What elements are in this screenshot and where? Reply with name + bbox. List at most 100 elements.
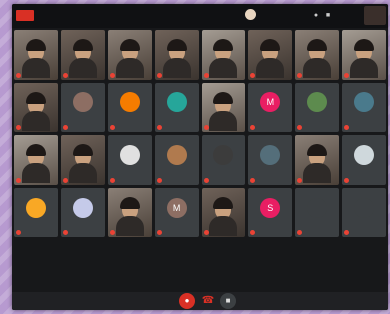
mic-toggle-button[interactable]: ● [179,293,195,309]
participant-tile[interactable] [14,82,58,133]
participant-tile[interactable] [14,187,58,238]
meet-window: ● ■ M M S ● ☎ ■ [12,4,388,310]
bottom-bar: ● ☎ ■ [12,292,388,310]
participant-video [260,38,281,51]
participant-tile[interactable]: M [248,82,293,133]
participant-video [25,144,46,157]
mic-muted-icon [250,72,256,78]
participant-tile[interactable] [107,187,152,238]
participant-video [307,38,328,51]
mic-muted-icon [297,125,303,131]
mic-muted-icon [62,177,68,183]
mic-muted-icon [62,230,68,236]
participant-tile[interactable] [295,30,340,80]
mic-muted-icon [16,125,21,131]
participant-video [72,38,93,51]
mic-muted-icon [250,177,256,183]
participant-avatar [25,197,46,218]
participant-tile[interactable] [154,135,199,185]
participant-avatar [72,197,93,218]
participant-video [307,144,328,157]
participant-tile[interactable] [295,82,340,133]
participant-video [25,91,46,104]
mic-muted-icon [16,230,21,236]
participant-tile[interactable] [14,30,58,80]
end-call-button[interactable]: ☎ [200,293,216,309]
participant-tile[interactable] [60,135,105,185]
participant-video [119,196,140,209]
chat-icon[interactable]: ■ [324,12,332,19]
participant-tile[interactable] [60,30,105,80]
participant-tile[interactable] [107,82,152,133]
participant-video [25,38,46,51]
mic-muted-icon [297,72,303,78]
mic-muted-icon [156,230,162,236]
participant-tile[interactable] [154,82,199,133]
participant-tile[interactable] [201,187,246,238]
participant-tile[interactable] [60,82,105,133]
camera-toggle-button[interactable]: ■ [220,293,236,309]
participant-avatar [72,92,93,113]
participant-tile[interactable] [201,82,246,133]
mic-muted-icon [156,177,162,183]
mic-muted-icon [109,177,115,183]
mic-muted-icon [203,230,209,236]
mic-muted-icon [156,72,162,78]
participant-tile[interactable] [107,30,152,80]
participant-tile[interactable] [342,30,386,80]
mic-muted-icon [203,125,209,131]
mic-muted-icon [109,125,115,131]
mic-muted-icon [297,230,303,236]
host-avatar [245,9,256,20]
top-bar: ● ■ [12,4,388,28]
participant-avatar [213,145,234,166]
mic-muted-icon [344,125,350,131]
mic-muted-icon [250,230,256,236]
participant-tile[interactable] [342,187,386,238]
participant-tile[interactable] [342,135,386,185]
participant-grid: M M S [14,30,386,290]
participant-tile[interactable] [107,135,152,185]
participant-avatar [166,92,187,113]
participant-tile[interactable] [248,135,293,185]
people-icon[interactable]: ● [312,12,320,19]
mic-muted-icon [250,125,256,131]
participant-avatar: M [166,197,187,218]
mic-muted-icon [203,72,209,78]
participant-video [72,144,93,157]
mic-muted-icon [62,72,68,78]
participant-video [354,38,375,51]
participant-tile[interactable] [295,135,340,185]
mic-muted-icon [62,125,68,131]
participant-tile[interactable] [60,187,105,238]
participant-video [119,38,140,51]
mic-muted-icon [156,125,162,131]
self-view-thumbnail[interactable] [364,6,386,25]
mic-muted-icon [203,177,209,183]
participant-avatar [354,92,375,113]
participant-avatar: S [260,197,281,218]
participant-tile[interactable]: M [154,187,199,238]
live-badge [16,10,34,21]
participant-tile[interactable] [201,135,246,185]
participant-tile[interactable] [248,30,293,80]
participant-avatar [119,92,140,113]
participant-tile[interactable] [154,30,199,80]
participant-avatar: M [260,92,281,113]
participant-avatar [354,197,375,218]
mic-muted-icon [16,72,21,78]
mic-muted-icon [297,177,303,183]
participant-avatar [307,197,328,218]
mic-muted-icon [16,177,21,183]
mic-muted-icon [109,230,115,236]
participant-tile[interactable] [201,30,246,80]
participant-tile[interactable] [295,187,340,238]
participant-tile[interactable] [14,135,58,185]
participant-avatar [119,145,140,166]
participant-tile[interactable]: S [248,187,293,238]
participant-avatar [307,92,328,113]
mic-muted-icon [109,72,115,78]
participant-avatar [260,145,281,166]
participant-avatar [354,145,375,166]
participant-tile[interactable] [342,82,386,133]
